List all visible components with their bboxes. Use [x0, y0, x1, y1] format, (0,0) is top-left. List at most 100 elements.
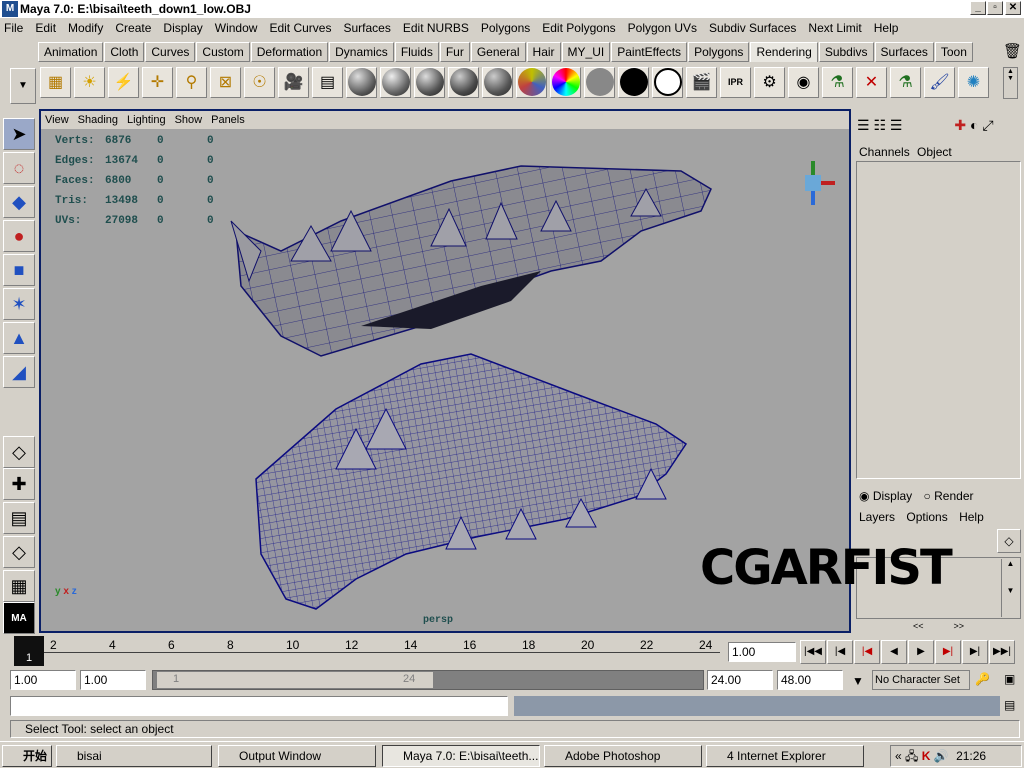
step-forward-frame-icon[interactable]: ▶| — [962, 640, 988, 664]
menu-help[interactable]: Help — [874, 21, 899, 35]
select-tool-icon[interactable]: ➤ — [3, 118, 35, 150]
minimize-button[interactable]: _ — [970, 1, 986, 15]
menu-display[interactable]: Display — [163, 21, 202, 35]
graph-layout-icon[interactable]: ◇ — [3, 536, 35, 568]
texture-editor-icon[interactable]: ▤ — [312, 66, 343, 98]
shelf-tab-fur[interactable]: Fur — [439, 42, 470, 62]
maximize-button[interactable]: ▫ — [987, 1, 1003, 15]
go-to-end-icon[interactable]: ▶▶| — [989, 640, 1015, 664]
menu-file[interactable]: File — [4, 21, 23, 35]
menu-edit-nurbs[interactable]: Edit NURBS — [403, 21, 469, 35]
maya-app-icon[interactable]: M — [2, 1, 18, 17]
blinn-shader-icon[interactable] — [380, 66, 411, 98]
shelf-tab-hair[interactable]: Hair — [526, 42, 561, 62]
attribute-editor-icon[interactable]: ☷ — [873, 117, 886, 133]
phong-shader-icon[interactable] — [414, 66, 445, 98]
step-back-frame-icon[interactable]: |◀ — [827, 640, 853, 664]
taskbar-internet-explorer[interactable]: 4 Internet Explorer — [706, 745, 864, 767]
tray-expand-icon[interactable]: « — [895, 749, 902, 763]
menu-edit[interactable]: Edit — [35, 21, 56, 35]
menu-create[interactable]: Create — [115, 21, 151, 35]
outliner-layout-icon[interactable]: ▤ — [3, 502, 35, 534]
close-button[interactable]: ✕ — [1005, 1, 1021, 15]
start-button[interactable]: 开始 — [2, 745, 52, 767]
viewport-menu-view[interactable]: View — [45, 114, 69, 126]
area-light-icon[interactable]: ⊠ — [210, 66, 241, 98]
hypershade-layout-icon[interactable]: ▦ — [3, 570, 35, 602]
menu-edit-curves[interactable]: Edit Curves — [269, 21, 331, 35]
render-radio[interactable]: ○ — [924, 489, 931, 503]
viewport-menu-lighting[interactable]: Lighting — [127, 114, 166, 126]
point-light-icon[interactable]: ✛ — [142, 66, 173, 98]
low-poly-teeth-model[interactable] — [221, 151, 721, 361]
move-tool-icon[interactable]: ● — [3, 220, 35, 252]
shelf-tab-rendering[interactable]: Rendering — [750, 42, 818, 62]
paint-brush-icon[interactable]: 🖌 — [924, 66, 955, 98]
animation-start-field[interactable]: 1.00 — [10, 670, 76, 690]
last-tool-icon[interactable]: ◢ — [3, 356, 35, 388]
playback-end-field[interactable]: 24.00 — [707, 670, 773, 690]
character-set-field[interactable]: No Character Set — [872, 670, 970, 690]
rotate-tool-icon[interactable]: ■ — [3, 254, 35, 286]
manipulator-tool-icon[interactable]: ▲ — [3, 322, 35, 354]
taskbar-photoshop[interactable]: Adobe Photoshop — [544, 745, 702, 767]
shelf-tab-cloth[interactable]: Cloth — [104, 42, 145, 62]
lasso-tool-icon[interactable]: ◌ — [3, 152, 35, 184]
tray-k-icon[interactable]: K — [922, 749, 931, 763]
layer-menu-help[interactable]: Help — [959, 510, 984, 524]
shelf-tab-subdivs[interactable]: Subdivs — [818, 42, 874, 62]
menu-edit-polygons[interactable]: Edit Polygons — [542, 21, 615, 35]
shelf-tab-toon[interactable]: Toon — [934, 42, 973, 62]
taskbar-maya[interactable]: Maya 7.0: E:\bisai\teeth... — [382, 745, 540, 767]
menu-subdiv-surfaces[interactable]: Subdiv Surfaces — [709, 21, 796, 35]
shelf-tab-animation[interactable]: Animation — [38, 42, 104, 62]
shelf-tab-surfaces[interactable]: Surfaces — [874, 42, 934, 62]
surface-shader-icon[interactable] — [584, 66, 615, 98]
shelf-tab-polygons[interactable]: Polygons — [688, 42, 750, 62]
character-set-dropdown-icon[interactable]: ▼ — [846, 670, 870, 692]
ambient-light-icon[interactable]: ☀ — [74, 66, 105, 98]
shelf-scroll[interactable]: ▲ ▼ — [1003, 67, 1018, 99]
animation-prefs-icon[interactable]: ▣ — [1004, 672, 1015, 686]
channel-box-icon[interactable]: ☰ — [857, 117, 870, 133]
menu-next-limit[interactable]: Next Limit — [808, 21, 861, 35]
script-editor-icon[interactable]: ▤ — [1004, 698, 1015, 712]
play-backwards-icon[interactable]: ◀ — [881, 640, 907, 664]
shelf-menu-toggle[interactable]: ▼ — [10, 68, 36, 104]
shelf-tab-deformation[interactable]: Deformation — [250, 42, 329, 62]
range-slider[interactable]: 1 24 — [152, 670, 704, 690]
layer-menu-layers[interactable]: Layers — [859, 510, 895, 524]
shelf-tab-curves[interactable]: Curves — [145, 42, 196, 62]
time-slider[interactable]: 1 2 4 6 8 10 12 14 16 18 20 22 24 — [14, 636, 720, 666]
shaded-icon[interactable]: ◐ — [970, 117, 978, 133]
layer-scrollbar[interactable]: ▲ ▼ — [1001, 559, 1019, 617]
lambert-shader-icon[interactable] — [346, 66, 377, 98]
camera-icon[interactable]: 🎥 — [278, 66, 309, 98]
assign-shader-icon[interactable]: ⚗ — [822, 66, 853, 98]
display-radio[interactable]: ◉ — [859, 489, 869, 503]
current-time-field[interactable]: 1.00 — [728, 642, 796, 662]
menu-modify[interactable]: Modify — [68, 21, 103, 35]
menu-window[interactable]: Window — [215, 21, 258, 35]
hypershade-icon[interactable]: ◉ — [788, 66, 819, 98]
object-tab[interactable]: Object — [917, 145, 952, 159]
volume-light-icon[interactable]: ☉ — [244, 66, 275, 98]
shelf-tab-fluids[interactable]: Fluids — [394, 42, 439, 62]
shelf-tab-painteffects[interactable]: PaintEffects — [611, 42, 688, 62]
phonge-shader-icon[interactable] — [448, 66, 479, 98]
current-frame-marker[interactable]: 1 — [14, 636, 44, 666]
directional-light-icon[interactable]: ⚡ — [108, 66, 139, 98]
shading-map-icon[interactable] — [652, 66, 683, 98]
four-pane-layout-icon[interactable]: ✚ — [3, 468, 35, 500]
range-slider-bar[interactable]: 1 24 — [157, 672, 433, 688]
menu-surfaces[interactable]: Surfaces — [343, 21, 390, 35]
viewport-menu-panels[interactable]: Panels — [211, 114, 245, 126]
channel-box-area[interactable] — [856, 161, 1021, 479]
paint-select-tool-icon[interactable]: ◆ — [3, 186, 35, 218]
tool-settings-icon[interactable]: ☰ — [890, 117, 903, 133]
maya-logo-icon[interactable]: MA — [3, 602, 35, 634]
taskbar-bisai[interactable]: bisai — [56, 745, 212, 767]
viewport-menu-show[interactable]: Show — [175, 114, 203, 126]
tray-volume-icon[interactable]: 🔊 — [934, 749, 949, 763]
shelf-tab-custom[interactable]: Custom — [196, 42, 250, 62]
